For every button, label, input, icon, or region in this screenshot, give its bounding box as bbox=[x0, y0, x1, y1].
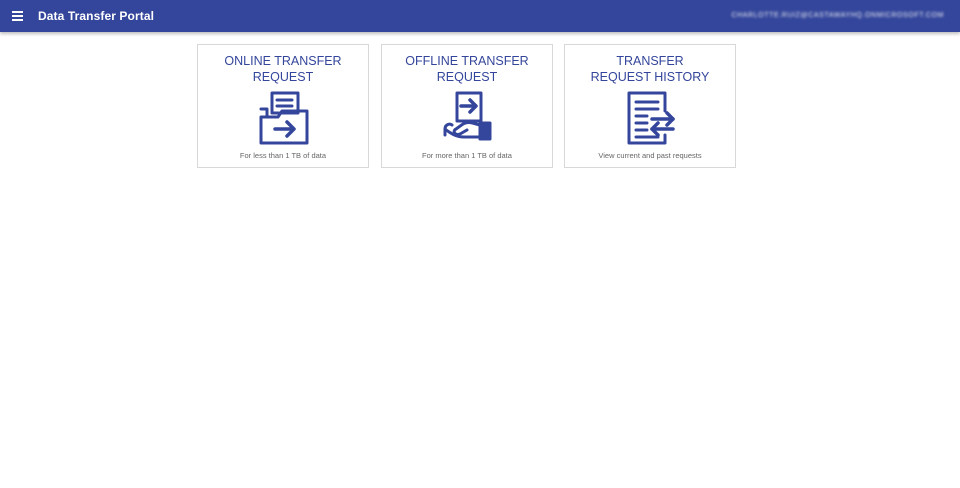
hamburger-menu-icon[interactable] bbox=[9, 7, 27, 25]
online-transfer-request-card[interactable]: ONLINE TRANSFER REQUEST For less than 1 … bbox=[197, 44, 369, 168]
card-title: TRANSFER REQUEST HISTORY bbox=[590, 54, 710, 84]
document-history-icon bbox=[627, 91, 675, 145]
folder-transfer-icon bbox=[259, 91, 309, 145]
app-title: Data Transfer Portal bbox=[38, 9, 155, 23]
card-subtitle: For less than 1 TB of data bbox=[239, 151, 327, 160]
card-subtitle: View current and past requests bbox=[598, 151, 702, 160]
card-title: OFFLINE TRANSFER REQUEST bbox=[405, 54, 529, 84]
offline-transfer-request-card[interactable]: OFFLINE TRANSFER REQUEST For more than 1… bbox=[381, 44, 553, 168]
transfer-request-history-card[interactable]: TRANSFER REQUEST HISTORY View current an… bbox=[564, 44, 736, 168]
app-bar: Data Transfer Portal CHARLOTTE.RUIZ@CAST… bbox=[0, 0, 960, 32]
user-email[interactable]: CHARLOTTE.RUIZ@CASTAWAYHQ.ONMICROSOFT.CO… bbox=[731, 10, 944, 22]
card-title: ONLINE TRANSFER REQUEST bbox=[224, 54, 342, 84]
hand-device-transfer-icon bbox=[443, 91, 492, 141]
card-subtitle: For more than 1 TB of data bbox=[422, 151, 512, 160]
